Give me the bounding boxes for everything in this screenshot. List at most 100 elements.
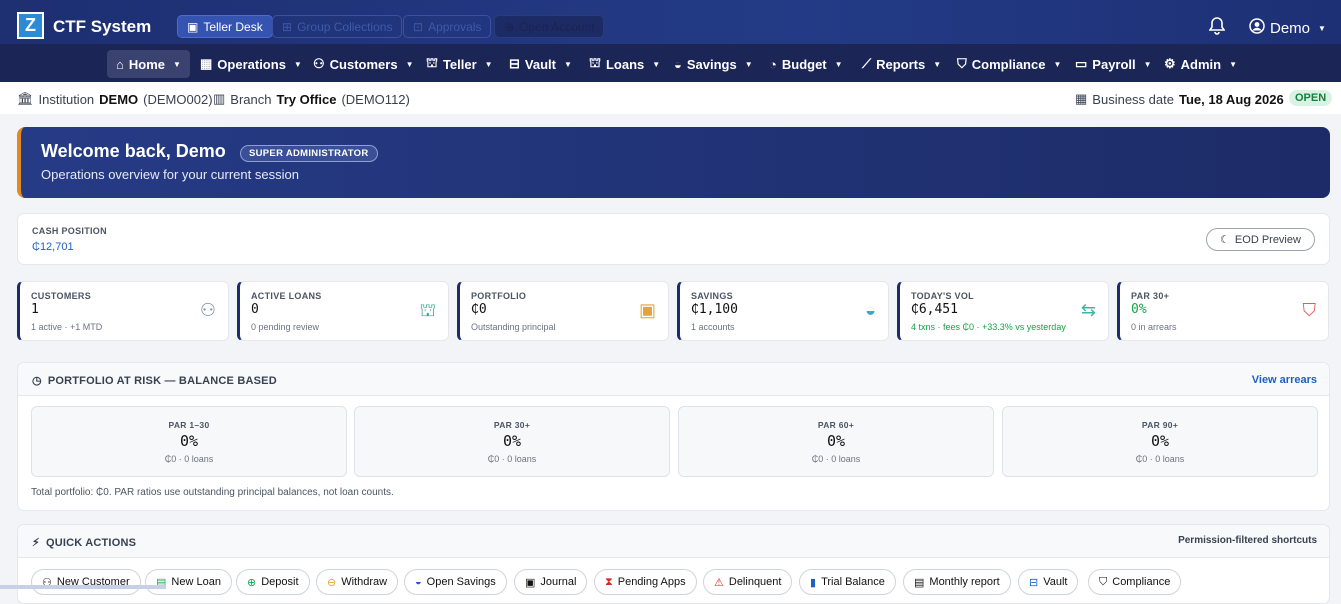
nav-home[interactable]: ⌂ Home ▼ <box>107 50 190 78</box>
institution-icon: 🏛︎ <box>17 91 34 106</box>
nav-reports[interactable]: ⟋ Reports ▼ <box>853 50 950 78</box>
quick-open-savings-button[interactable]: ◒ Open Savings <box>404 569 507 595</box>
open-account-button[interactable]: ⊕ Open Account <box>494 15 605 38</box>
chevron-down-icon: ▼ <box>293 59 302 69</box>
par-bucket-sub: ₵0 · 0 loans <box>811 454 861 464</box>
vault-icon: ⊟ <box>509 56 520 71</box>
chevron-down-icon: ▼ <box>652 59 661 69</box>
par-title: ◷ PORTFOLIO AT RISK — BALANCE BASED <box>32 374 277 388</box>
quick-monthly-report-button[interactable]: ▤ Monthly report <box>903 569 1011 595</box>
nav-operations[interactable]: ▦ Operations ▼ <box>191 50 311 78</box>
quick-compliance-button[interactable]: ⛉ Compliance <box>1088 569 1182 595</box>
par-bucket-sub: ₵0 · 0 loans <box>164 454 214 464</box>
view-arrears-link[interactable]: View arrears <box>1252 374 1317 386</box>
eod-preview-button[interactable]: ☾ EOD Preview <box>1206 228 1315 251</box>
institution-name: DEMO <box>99 91 139 107</box>
stat-subtext: 4 txns · fees ₵0 · +33.3% vs yesterday <box>911 322 1066 332</box>
cash-position-card: CASH POSITION ₵12,701 <box>17 213 1330 265</box>
branch-code: (DEMO112) <box>341 91 410 107</box>
quick-deposit-button[interactable]: ⊕ Deposit <box>236 569 310 595</box>
app-title: CTF System <box>53 17 152 36</box>
user-plus-icon: ⊕ <box>504 19 515 34</box>
group-collections-button[interactable]: ⊞ Group Collections <box>272 15 403 38</box>
stat-subtext: Outstanding principal <box>471 322 556 332</box>
nav-loans[interactable]: ⛫ Loans ▼ <box>580 50 669 78</box>
quick-journal-button[interactable]: ▣ Journal <box>514 569 588 595</box>
nav-customers[interactable]: ⚇ Customers ▼ <box>304 50 423 78</box>
notifications-bell-icon[interactable] <box>1208 17 1226 40</box>
chevron-down-icon: ▼ <box>1229 59 1238 69</box>
users-icon: ⚇ <box>199 300 216 320</box>
top-bar: Z CTF System ▣ Teller Desk ⊞ Group Collect… <box>0 0 1341 44</box>
chevron-down-icon: ▼ <box>172 59 181 69</box>
users-icon: ⚇ <box>313 56 325 71</box>
business-date-label: Business date <box>1092 91 1174 107</box>
par-bucket-sub: ₵0 · 0 loans <box>1135 454 1185 464</box>
stat-value: 0 <box>251 302 259 317</box>
nav-budget[interactable]: ◔ Budget ▼ <box>760 50 852 78</box>
branch-name: Try Office <box>276 91 337 107</box>
user-name: Demo <box>1270 19 1311 37</box>
stat-card-par-30[interactable]: PAR 30+ 0% 0 in arrears ⛉ <box>1117 281 1329 341</box>
stat-subtext: 0 pending review <box>251 322 320 332</box>
chevron-down-icon: ▼ <box>405 59 414 69</box>
nav-payroll[interactable]: ▭ Payroll ▼ <box>1066 50 1161 78</box>
nav-admin[interactable]: ⚙ Admin ▼ <box>1155 50 1246 78</box>
building-icon: ▥ <box>213 91 226 106</box>
chevron-down-icon: ▼ <box>1318 23 1326 33</box>
minus-circle-icon: ⊖ <box>327 576 337 589</box>
nav-savings[interactable]: ◒ Savings ▼ <box>665 50 762 78</box>
main-nav: ⌂ Home ▼ ▦ Operations ▼ ⚇ Customers ▼ ⛫ Teller ▼… <box>0 44 1341 82</box>
quick-pending-apps-button[interactable]: ⧗ Pending Apps <box>594 569 697 595</box>
nav-vault[interactable]: ⊟ Vault ▼ <box>500 50 581 78</box>
report-icon: ▤ <box>914 576 925 589</box>
business-date: Tue, 18 Aug 2026 <box>1178 91 1284 107</box>
par-bucket: PAR 90+ 0% ₵0 · 0 loans <box>1002 406 1318 477</box>
par-bucket: PAR 30+ 0% ₵0 · 0 loans <box>354 406 670 477</box>
user-menu[interactable]: Demo ▼ <box>1249 18 1326 38</box>
journal-icon: ▣ <box>525 576 536 589</box>
quick-withdraw-button[interactable]: ⊖ Withdraw <box>316 569 399 595</box>
quick-actions-card: ⚡︎ QUICK ACTIONS Permission-filtered shor… <box>17 524 1330 604</box>
piggy-icon: ◒ <box>415 576 422 588</box>
quick-trial-balance-button[interactable]: ▮ Trial Balance <box>799 569 896 595</box>
stat-subtext: 1 active · +1 MTD <box>31 322 103 332</box>
quick-new-customer-button[interactable]: ⚇ New Customer <box>31 569 141 595</box>
chevron-down-icon: ▼ <box>563 59 572 69</box>
chevron-down-icon: ▼ <box>834 59 843 69</box>
app-logo[interactable]: Z <box>17 12 44 39</box>
quick-actions-header: ⚡︎ QUICK ACTIONS Permission-filtered shor… <box>18 525 1329 558</box>
nav-teller[interactable]: ⛫ Teller ▼ <box>417 50 502 78</box>
horizontal-scrollbar[interactable] <box>0 585 166 589</box>
par-bucket: PAR 1–30 0% ₵0 · 0 loans <box>31 406 347 477</box>
business-date-info: ▦ Business date Tue, 18 Aug 2026 <box>1075 91 1284 107</box>
user-avatar-icon <box>1249 18 1265 38</box>
chevron-down-icon: ▼ <box>744 59 753 69</box>
cash-position-value: ₵12,701 <box>32 241 74 253</box>
stat-card-active-loans[interactable]: ACTIVE LOANS 0 0 pending review ⛫ <box>237 281 449 341</box>
welcome-subtitle: Operations overview for your current ses… <box>41 167 299 182</box>
wallet-icon: ▭ <box>1075 56 1088 71</box>
portfolio-at-risk-card: ◷ PORTFOLIO AT RISK — BALANCE BASED View … <box>17 362 1330 511</box>
stat-card-portfolio[interactable]: PORTFOLIO ₵0 Outstanding principal ▣ <box>457 281 669 341</box>
approvals-button[interactable]: ⊡ Approvals <box>403 15 492 38</box>
teller-desk-button[interactable]: ▣ Teller Desk <box>177 15 273 38</box>
quick-delinquent-button[interactable]: ⚠︎ Delinquent <box>703 569 793 595</box>
quick-vault-button[interactable]: ⊟ Vault <box>1018 569 1079 595</box>
chevron-down-icon: ▼ <box>933 59 942 69</box>
stat-card-customers[interactable]: CUSTOMERS 1 1 active · +1 MTD ⚇ <box>17 281 229 341</box>
group-icon: ⊞ <box>282 19 293 34</box>
stat-card-savings[interactable]: SAVINGS ₵1,100 1 accounts ◒ <box>677 281 889 341</box>
stat-label: SAVINGS <box>691 291 733 301</box>
welcome-banner: Welcome back, Demo SUPER ADMINISTRATOR O… <box>17 127 1330 198</box>
quick-new-loan-button[interactable]: ▤ New Loan <box>145 569 232 595</box>
stat-value: ₵1,100 <box>691 302 738 317</box>
cash-icon: ▣ <box>638 300 656 320</box>
business-day-status-badge: OPEN <box>1289 90 1333 106</box>
institution-info: 🏛︎ Institution DEMO (DEMO002) <box>17 91 213 107</box>
stat-card-todays-volume[interactable]: TODAY'S VOL ₵6,451 4 txns · fees ₵0 · +3… <box>897 281 1109 341</box>
shield-icon: ⛉ <box>957 56 967 71</box>
teller-icon: ▣ <box>187 19 199 34</box>
par-bucket: PAR 60+ 0% ₵0 · 0 loans <box>678 406 994 477</box>
nav-compliance[interactable]: ⛉ Compliance ▼ <box>948 50 1070 78</box>
